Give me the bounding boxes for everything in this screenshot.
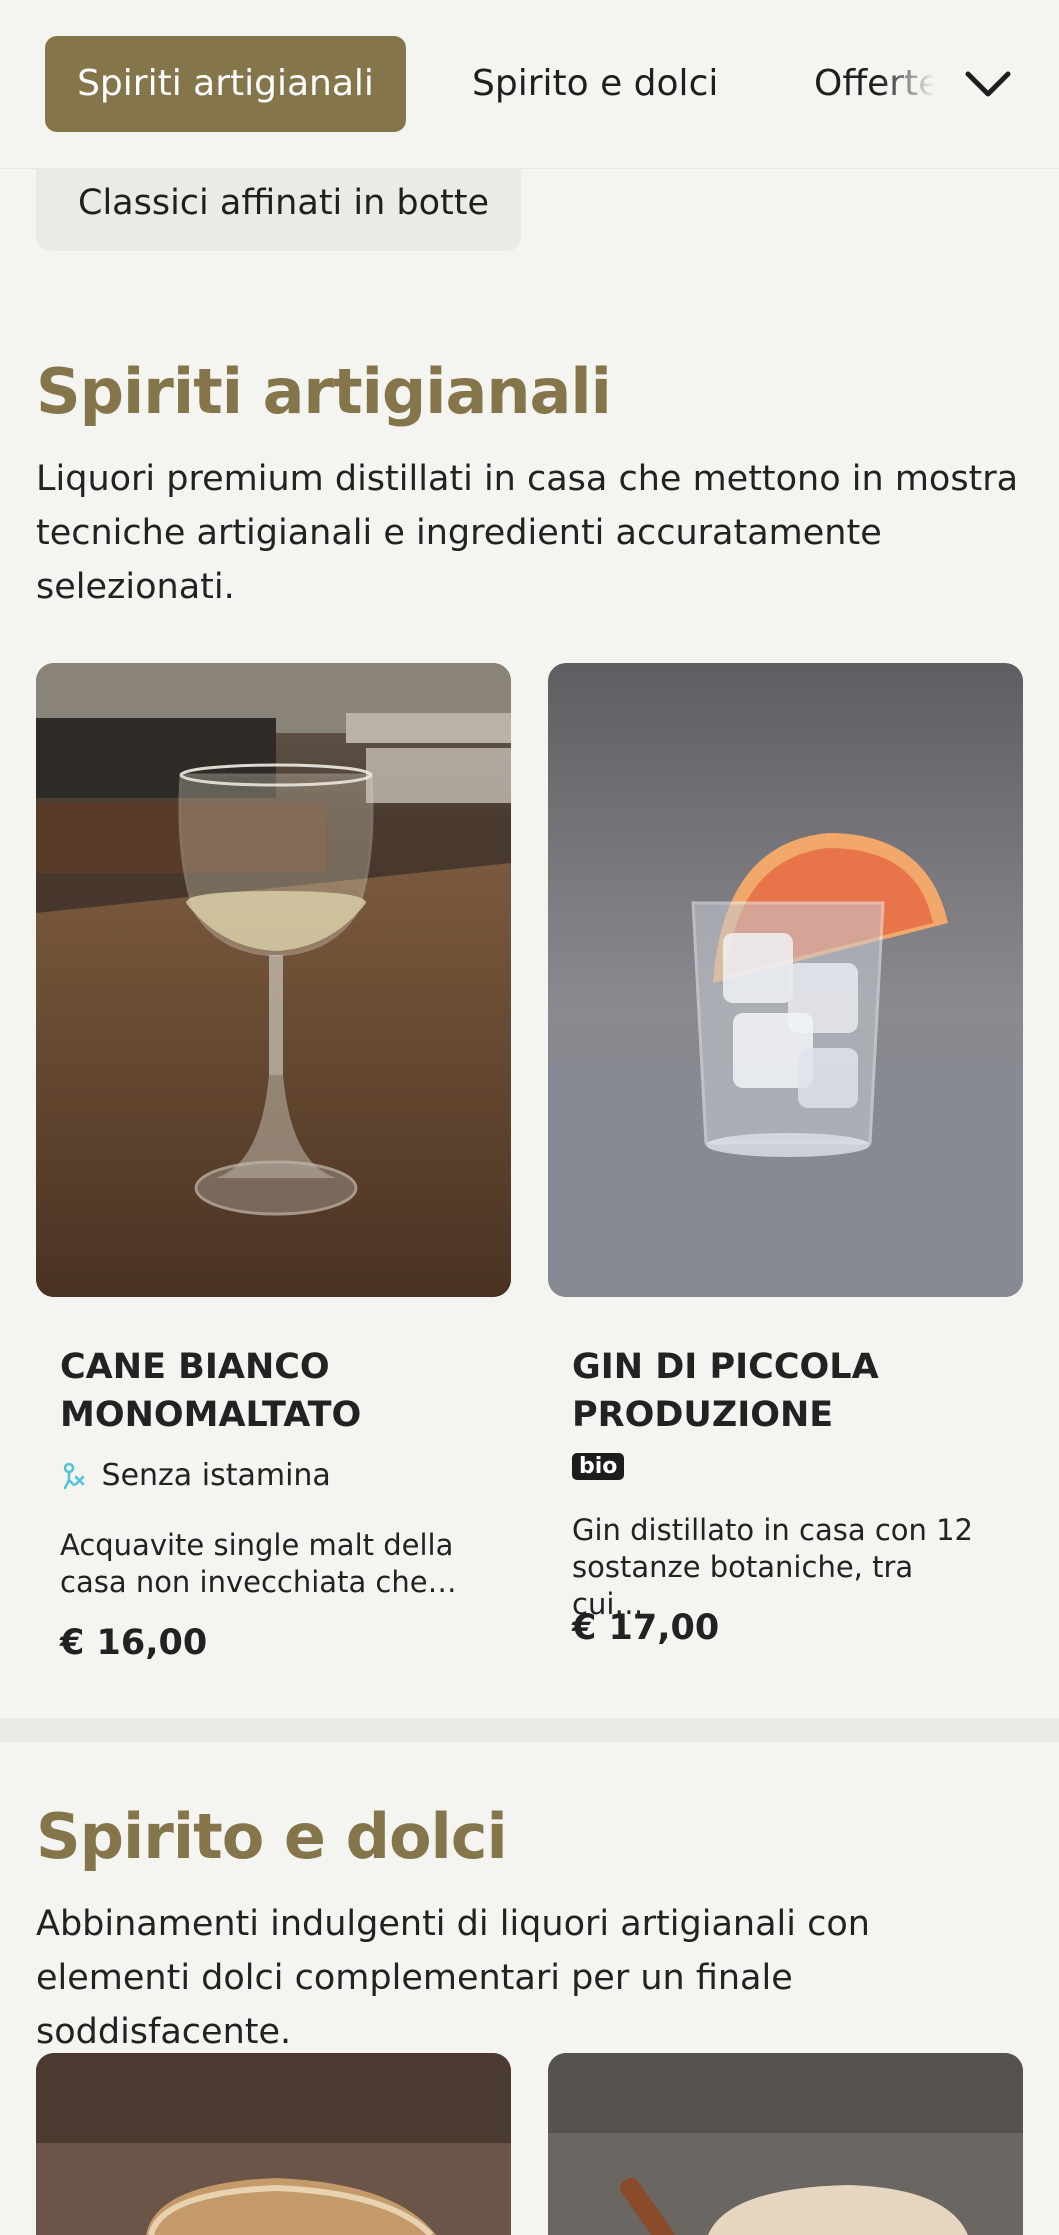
category-nav: Spiriti artigianali Spirito e dolci Offe… (0, 0, 1059, 169)
product-image-cinnamon-drink[interactable] (548, 2053, 1023, 2235)
product-image-gin[interactable] (548, 663, 1023, 1297)
section-description: Abbinamenti indulgenti di liquori artigi… (36, 1904, 870, 2052)
product-price: € 17,00 (572, 1608, 720, 1648)
product-tag: Senza istamina (60, 1458, 331, 1493)
section-title: Spirito e dolci (36, 1800, 508, 1873)
section-description: Liquori premium distillati in casa che m… (36, 459, 1019, 607)
product-description: Gin distillato in casa con 12 sostanze b… (572, 1513, 974, 1621)
tab-spiriti-artigianali[interactable]: Spiriti artigianali (45, 36, 406, 132)
product-price: € 16,00 (60, 1623, 208, 1663)
section-title: Spiriti artigianali (36, 355, 612, 428)
histamine-free-icon (63, 1462, 85, 1490)
tab-offerte[interactable]: Offerte (814, 36, 934, 132)
bio-badge: bio (572, 1453, 625, 1480)
chevron-down-icon[interactable] (962, 58, 1014, 110)
product-tag-label: Senza istamina (101, 1458, 331, 1493)
product-name[interactable]: GIN DI PICCOLA PRODUZIONE (572, 1343, 992, 1439)
product-image-dessert-cocktail[interactable] (36, 2053, 511, 2235)
subcategory-chip[interactable]: Classici affinati in botte (36, 168, 521, 251)
product-name[interactable]: CANE BIANCO MONOMALTATO (60, 1343, 480, 1439)
tab-spirito-e-dolci[interactable]: Spirito e dolci (472, 36, 718, 132)
product-image-wine-glass[interactable] (36, 663, 511, 1297)
section-divider (0, 1718, 1059, 1742)
product-description: Acquavite single malt della casa non inv… (60, 1528, 457, 1599)
